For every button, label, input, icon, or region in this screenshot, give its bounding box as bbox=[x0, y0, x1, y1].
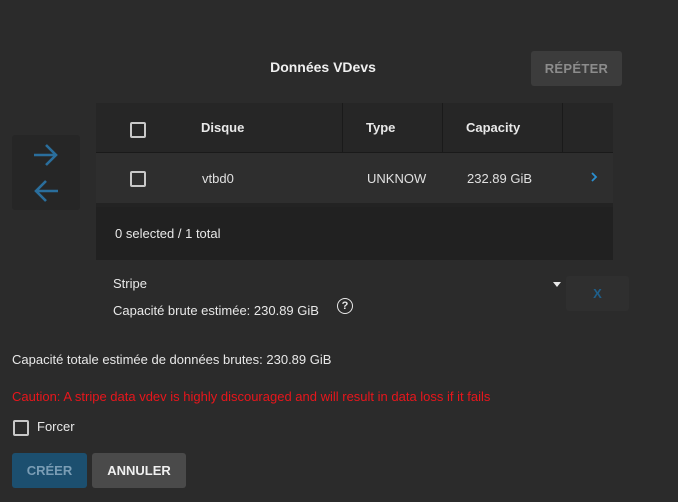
vdev-layout-select[interactable]: Stripe bbox=[113, 276, 563, 294]
estimated-raw-capacity: Capacité brute estimée: 230.89 GiB bbox=[113, 303, 319, 318]
table-footer: 0 selected / 1 total bbox=[96, 207, 613, 260]
force-checkbox[interactable] bbox=[13, 420, 29, 436]
row-type: UNKNOW bbox=[367, 170, 427, 186]
force-label: Forcer bbox=[37, 419, 75, 434]
remove-vdev-button[interactable]: X bbox=[566, 276, 629, 311]
help-icon[interactable]: ? bbox=[337, 298, 353, 314]
table-row[interactable]: vtbd0 UNKNOW 232.89 GiB bbox=[96, 153, 613, 203]
column-header-type[interactable]: Type bbox=[366, 103, 395, 152]
create-button[interactable]: CRÉER bbox=[12, 453, 87, 488]
disk-table: Disque Type Capacity vtbd0 UNKNOW 232.89… bbox=[96, 103, 613, 260]
column-header-capacity[interactable]: Capacity bbox=[466, 103, 520, 152]
column-divider bbox=[342, 103, 343, 152]
table-header: Disque Type Capacity bbox=[96, 103, 613, 153]
arrow-right-icon[interactable] bbox=[32, 143, 60, 167]
selection-count: 0 selected / 1 total bbox=[115, 226, 221, 241]
section-title: Données VDevs bbox=[270, 59, 376, 75]
chevron-right-icon[interactable] bbox=[590, 172, 598, 182]
column-divider bbox=[562, 103, 563, 152]
arrow-left-icon[interactable] bbox=[32, 179, 60, 203]
row-checkbox[interactable] bbox=[130, 171, 146, 187]
repeat-button[interactable]: RÉPÉTER bbox=[531, 51, 622, 86]
total-estimated-capacity: Capacité totale estimée de données brute… bbox=[12, 352, 332, 367]
cancel-button[interactable]: ANNULER bbox=[92, 453, 186, 488]
row-capacity: 232.89 GiB bbox=[467, 170, 533, 186]
vdev-layout-value: Stripe bbox=[113, 276, 147, 291]
move-arrows-panel bbox=[12, 135, 80, 210]
column-divider bbox=[442, 103, 443, 152]
column-header-disk[interactable]: Disque bbox=[201, 103, 244, 152]
dropdown-caret-icon bbox=[553, 282, 561, 287]
caution-message: Caution: A stripe data vdev is highly di… bbox=[12, 389, 491, 404]
row-disk: vtbd0 bbox=[202, 170, 234, 186]
select-all-checkbox[interactable] bbox=[130, 122, 146, 138]
